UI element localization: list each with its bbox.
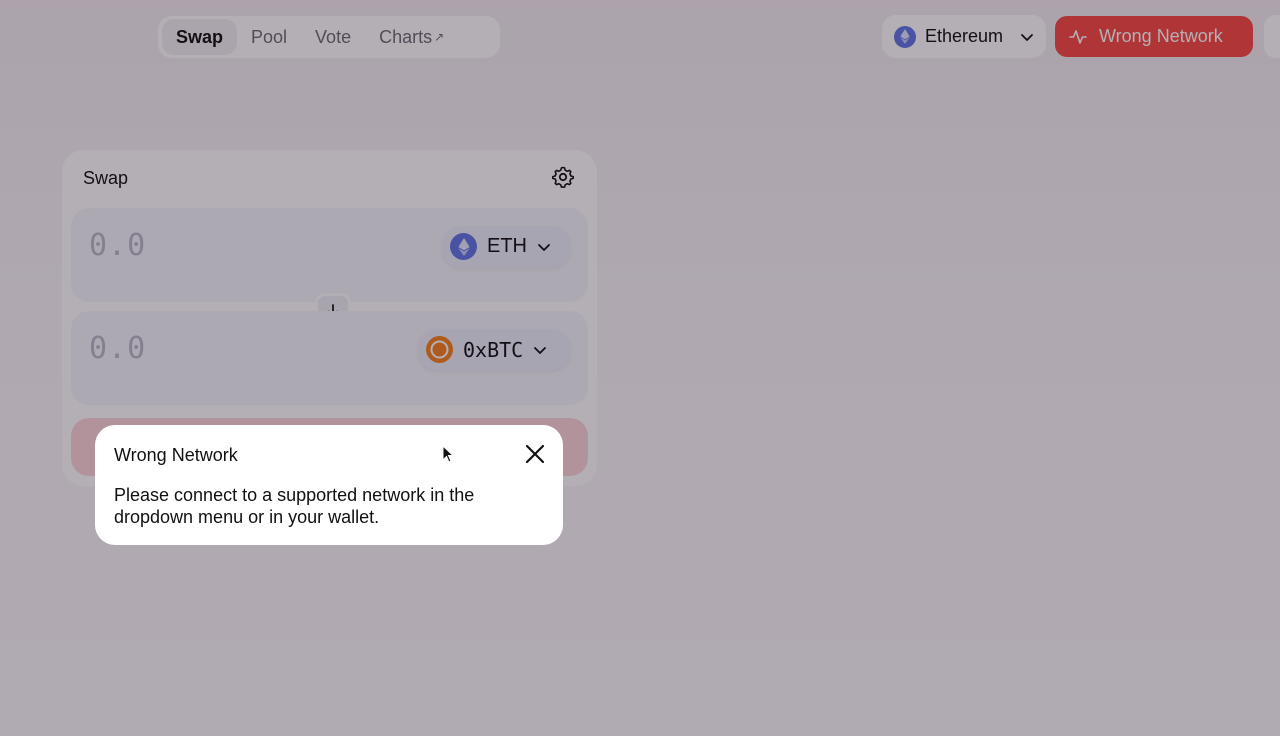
modal-backdrop[interactable] bbox=[0, 0, 1280, 736]
close-icon[interactable] bbox=[525, 444, 545, 464]
wrong-network-modal: Wrong Network Please connect to a suppor… bbox=[95, 425, 563, 545]
modal-title: Wrong Network bbox=[114, 445, 238, 465]
mouse-cursor-icon bbox=[442, 445, 454, 463]
modal-message: Please connect to a supported network in… bbox=[114, 485, 475, 527]
